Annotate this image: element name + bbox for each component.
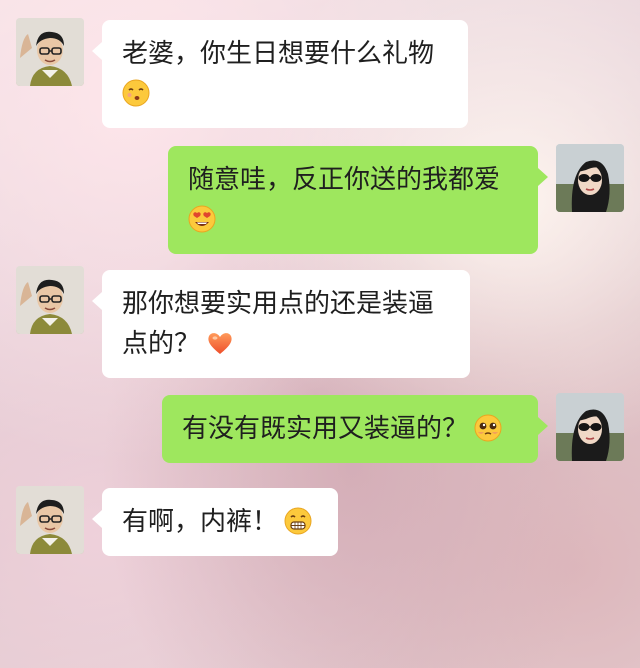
heart-emoji-icon bbox=[206, 329, 234, 357]
message-bubble-incoming[interactable]: 有啊，内裤！ bbox=[92, 488, 338, 556]
pleading-face-emoji-icon bbox=[474, 414, 502, 442]
wife-avatar[interactable] bbox=[556, 393, 624, 461]
message-text: 有啊，内裤！ bbox=[122, 507, 279, 537]
message-text: 那你想要实用点的还是装逼 bbox=[122, 289, 435, 319]
wife-avatar[interactable] bbox=[556, 144, 624, 212]
message-text: 随意哇，反正你送的我都爱 bbox=[188, 165, 501, 195]
heart-eyes-face-emoji-icon bbox=[188, 205, 216, 233]
message-bubble-outgoing[interactable]: 随意哇，反正你送的我都爱 bbox=[168, 146, 548, 254]
message-bubble-outgoing[interactable]: 有没有既实用又装逼的？ bbox=[162, 395, 548, 463]
message-text: 有没有既实用又装逼的？ bbox=[182, 414, 469, 444]
message-text: 老婆，你生日想要什么礼物 bbox=[122, 39, 435, 69]
husband-avatar[interactable] bbox=[16, 266, 84, 334]
grinning-face-emoji-icon bbox=[284, 507, 312, 535]
message-text-line2: 点的？ bbox=[122, 329, 201, 359]
message-bubble-incoming[interactable]: 那你想要实用点的还是装逼 点的？ bbox=[92, 270, 470, 378]
message-bubble-incoming[interactable]: 老婆，你生日想要什么礼物 bbox=[92, 20, 468, 128]
husband-avatar[interactable] bbox=[16, 18, 84, 86]
husband-avatar[interactable] bbox=[16, 486, 84, 554]
kissing-face-emoji-icon bbox=[122, 79, 150, 107]
chat-area: 老婆，你生日想要什么礼物 随意哇，反正你送的我都爱 那你想要实用点的还是装逼 点… bbox=[0, 0, 640, 668]
